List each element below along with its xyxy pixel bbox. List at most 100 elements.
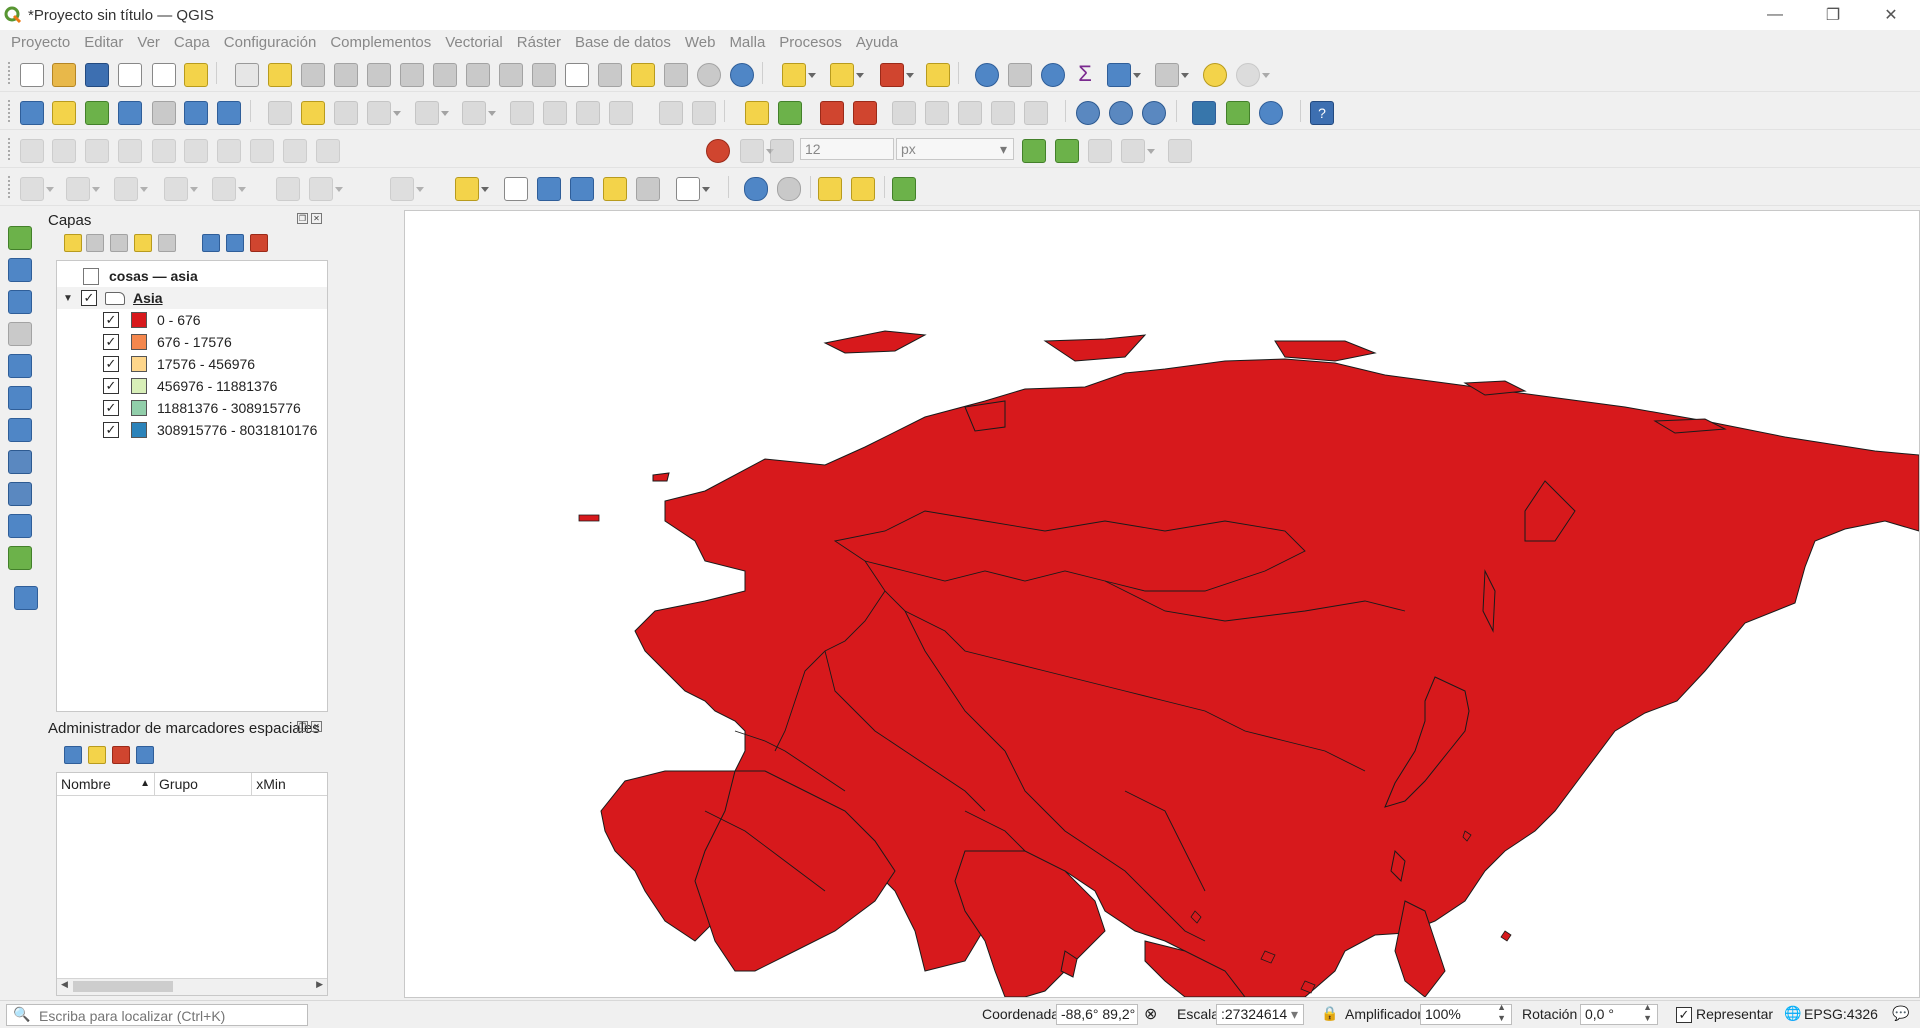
- tools-hammer-icon[interactable]: [892, 177, 916, 201]
- menu-capa[interactable]: Capa: [167, 34, 217, 51]
- select-features-icon[interactable]: [782, 63, 816, 87]
- snapping-tolerance-input[interactable]: 12: [800, 138, 894, 160]
- menu-configuracion[interactable]: Configuración: [217, 34, 324, 51]
- zoom-native-icon[interactable]: [466, 63, 490, 87]
- layer-visibility-checkbox[interactable]: ✓: [81, 290, 97, 306]
- pin-labels-icon[interactable]: [853, 101, 877, 125]
- new-geopackage-layer-icon[interactable]: [52, 101, 76, 125]
- python-console-icon[interactable]: [1192, 101, 1216, 125]
- add-wms-layer-icon[interactable]: [1076, 101, 1100, 125]
- new-shapefile-layer-icon[interactable]: [85, 101, 109, 125]
- snapping-magnet-icon[interactable]: [706, 139, 730, 163]
- style-manager-icon[interactable]: [184, 63, 208, 87]
- add-mesh-layer-icon[interactable]: [8, 290, 32, 314]
- statistical-summary-icon[interactable]: Σ: [1074, 63, 1096, 85]
- layer-item-table[interactable]: cosas — asia: [57, 265, 327, 287]
- legend-class-checkbox[interactable]: ✓: [103, 422, 119, 438]
- line-annotation-icon[interactable]: [570, 177, 594, 201]
- add-group-icon[interactable]: [86, 234, 104, 252]
- toolbar-grip[interactable]: [8, 100, 13, 122]
- map-tips-icon[interactable]: [1203, 63, 1227, 87]
- refresh-icon[interactable]: [730, 63, 754, 87]
- menu-base-de-datos[interactable]: Base de datos: [568, 34, 678, 51]
- legend-class-row[interactable]: ✓ 456976 - 11881376: [57, 375, 327, 397]
- spinner-icon[interactable]: ▲ ▼: [1497, 1002, 1506, 1024]
- expand-all-icon[interactable]: [202, 234, 220, 252]
- locator-box[interactable]: 🔍: [6, 1004, 308, 1026]
- coordinate-field[interactable]: -88,6° 89,2°: [1056, 1004, 1138, 1025]
- new-layer-icon[interactable]: [8, 546, 32, 570]
- synchronize-package-icon[interactable]: [851, 177, 875, 201]
- minimize-button[interactable]: —: [1746, 0, 1804, 30]
- filter-legend-icon[interactable]: [134, 234, 152, 252]
- float-panel-icon[interactable]: ❐: [297, 213, 308, 224]
- zoom-full-icon[interactable]: [367, 63, 391, 87]
- measure-line-icon[interactable]: [1155, 63, 1189, 87]
- share-bookmark-icon[interactable]: [136, 746, 154, 764]
- render-checkbox[interactable]: ✓: [1676, 1007, 1692, 1023]
- remove-layer-icon[interactable]: [250, 234, 268, 252]
- toolbar-grip[interactable]: [8, 138, 13, 160]
- text-annotation-tool-icon[interactable]: [676, 177, 710, 201]
- cloud-icon[interactable]: [744, 177, 768, 201]
- rotation-field[interactable]: 0,0 ° ▲ ▼: [1580, 1002, 1658, 1025]
- spinner-icon[interactable]: ▲ ▼: [1643, 1002, 1652, 1024]
- toggle-extents-icon[interactable]: ⊗: [1144, 1004, 1157, 1024]
- column-header-nombre[interactable]: Nombre ▲: [57, 773, 156, 795]
- column-header-xmin[interactable]: xMin: [252, 773, 327, 795]
- text-annotation-icon[interactable]: [636, 177, 660, 201]
- close-panel-icon[interactable]: ✕: [311, 213, 322, 224]
- lock-scale-icon[interactable]: 🔒: [1321, 1005, 1338, 1022]
- new-map-view-icon[interactable]: [565, 63, 589, 87]
- menu-ayuda[interactable]: Ayuda: [849, 34, 905, 51]
- menu-procesos[interactable]: Procesos: [772, 34, 849, 51]
- menu-ver[interactable]: Ver: [130, 34, 167, 51]
- save-project-icon[interactable]: [85, 63, 109, 87]
- legend-class-checkbox[interactable]: ✓: [103, 334, 119, 350]
- legend-class-row[interactable]: ✓ 17576 - 456976: [57, 353, 327, 375]
- pan-to-selection-icon[interactable]: [268, 63, 292, 87]
- new-mesh-layer-icon[interactable]: [217, 101, 241, 125]
- menu-vectorial[interactable]: Vectorial: [438, 34, 510, 51]
- add-raster-layer-icon[interactable]: [8, 258, 32, 282]
- polygon-annotation-icon[interactable]: [537, 177, 561, 201]
- add-bookmark-icon[interactable]: [88, 746, 106, 764]
- locator-input[interactable]: [37, 1007, 301, 1025]
- new-3d-map-view-icon[interactable]: [598, 63, 622, 87]
- select-by-location-icon[interactable]: [926, 63, 950, 87]
- zoom-out-icon[interactable]: [334, 63, 358, 87]
- add-wfs-layer-icon[interactable]: [1109, 101, 1133, 125]
- new-print-layout-icon[interactable]: [118, 63, 142, 87]
- add-spatialite-layer-icon[interactable]: [8, 386, 32, 410]
- highlight-pinned-labels-icon[interactable]: [820, 101, 844, 125]
- delete-bookmark-icon[interactable]: [112, 746, 130, 764]
- close-button[interactable]: ✕: [1862, 0, 1920, 30]
- float-panel-icon[interactable]: ❐: [297, 721, 308, 732]
- map-canvas[interactable]: [404, 210, 1920, 998]
- select-annotation-icon[interactable]: [504, 177, 528, 201]
- collapse-all-icon[interactable]: [226, 234, 244, 252]
- filter-by-expression-icon[interactable]: [158, 234, 176, 252]
- legend-class-checkbox[interactable]: ✓: [103, 312, 119, 328]
- layout-manager-icon[interactable]: [152, 63, 176, 87]
- pan-map-icon[interactable]: [235, 63, 259, 87]
- topological-editing-icon[interactable]: [1022, 139, 1046, 163]
- open-layer-styling-icon[interactable]: [64, 234, 82, 252]
- add-wms-wmts-layer-icon[interactable]: [8, 450, 32, 474]
- new-virtual-layer-icon[interactable]: [184, 101, 208, 125]
- zip-package-icon[interactable]: [818, 177, 842, 201]
- menu-malla[interactable]: Malla: [722, 34, 772, 51]
- legend-class-row[interactable]: ✓ 676 - 17576: [57, 331, 327, 353]
- layer-item-asia[interactable]: ▼ ✓ Asia: [57, 287, 327, 309]
- new-spatialite-layer-icon[interactable]: [118, 101, 142, 125]
- asia-map[interactable]: [405, 211, 1919, 997]
- new-bookmark-icon[interactable]: [631, 63, 655, 87]
- asia-polygons[interactable]: [600, 330, 1919, 997]
- plugins-icon[interactable]: [1226, 101, 1250, 125]
- close-panel-icon[interactable]: ✕: [311, 721, 322, 732]
- marker-annotation-icon[interactable]: [603, 177, 627, 201]
- collapse-arrow-icon[interactable]: ▼: [63, 293, 73, 304]
- label-toolbar-icon[interactable]: [745, 101, 769, 125]
- attribute-table-icon[interactable]: [1107, 63, 1141, 87]
- annotation-text-icon[interactable]: [455, 177, 489, 201]
